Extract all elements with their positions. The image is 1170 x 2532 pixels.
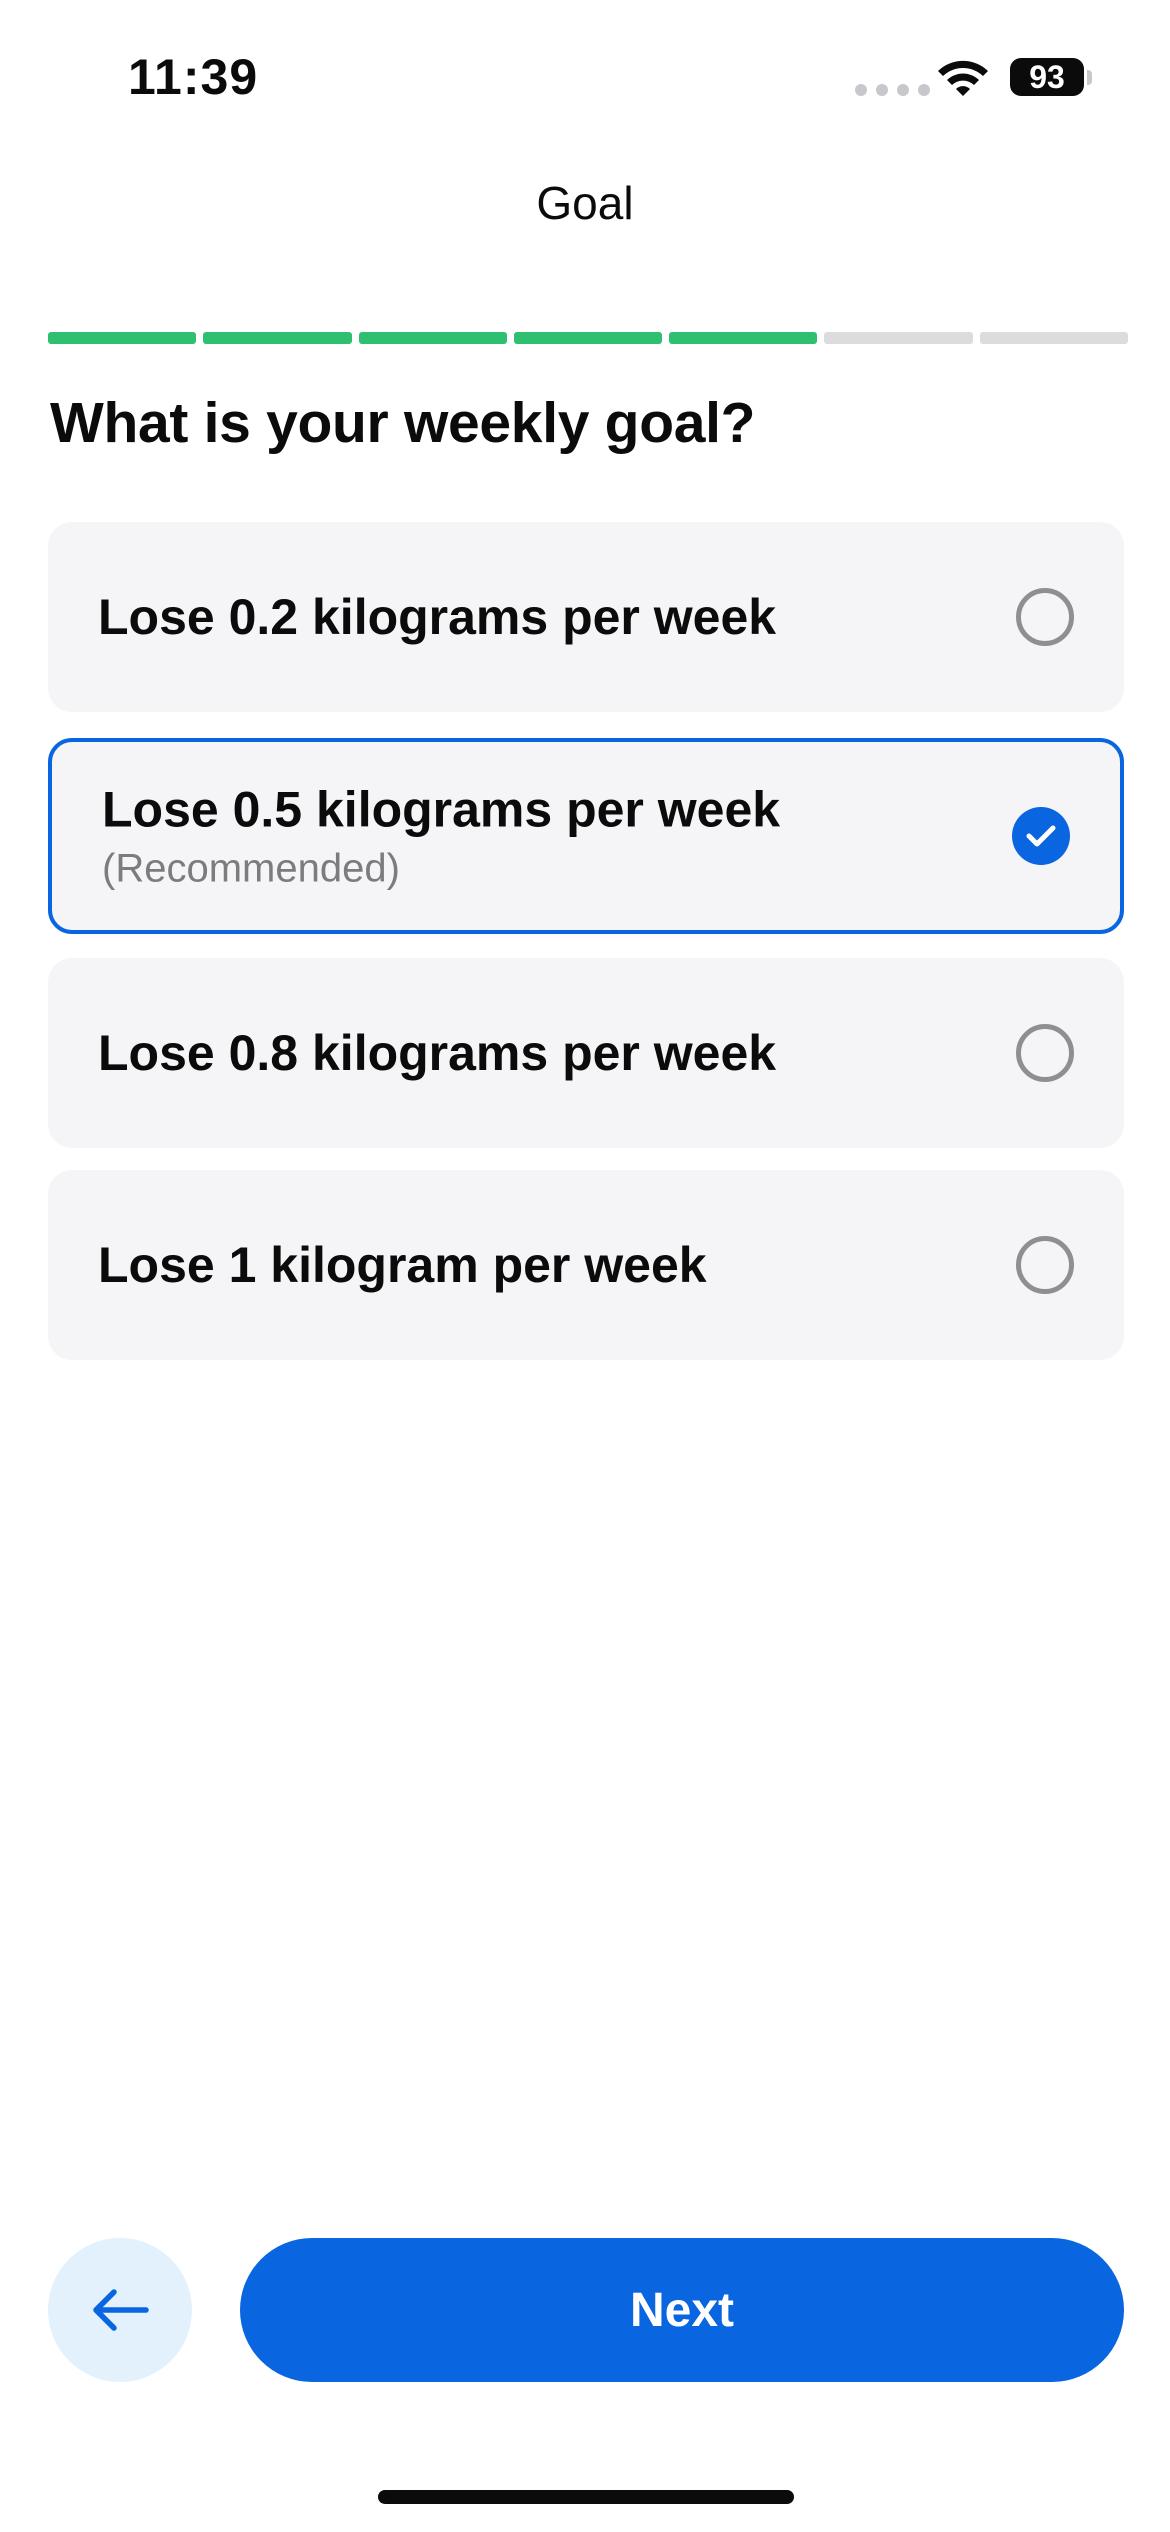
radio-unchecked-icon[interactable] — [1016, 588, 1074, 646]
home-indicator — [378, 2490, 794, 2504]
radio-unchecked-icon[interactable] — [1016, 1236, 1074, 1294]
progress-segment — [979, 332, 1128, 344]
option-label: Lose 0.5 kilograms per week — [102, 781, 781, 838]
progress-segment — [48, 332, 197, 344]
radio-unchecked-icon[interactable] — [1016, 1024, 1074, 1082]
progress-segment — [824, 332, 973, 344]
arrow-left-icon — [93, 2289, 149, 2331]
battery-icon: 93 — [1010, 58, 1084, 96]
battery-nub — [1087, 70, 1092, 85]
back-button[interactable] — [48, 2238, 192, 2382]
option-label: Lose 0.8 kilograms per week — [98, 1025, 777, 1081]
page-title: Goal — [536, 177, 634, 229]
radio-checked-icon[interactable] — [1012, 807, 1070, 865]
progress-segment — [513, 332, 663, 344]
wifi-icon — [938, 60, 988, 96]
option-label: Lose 0.2 kilograms per week — [98, 589, 777, 645]
progress-segment — [669, 332, 818, 344]
question-heading: What is your weekly goal? — [50, 391, 756, 455]
status-bar: 11:39 93 — [0, 0, 1170, 150]
option-recommended-note: (Recommended) — [102, 846, 400, 891]
progress-bar — [48, 332, 1128, 344]
goal-options: Lose 0.2 kilograms per week Lose 0.5 kil… — [48, 522, 1124, 1388]
progress-segment — [203, 332, 352, 344]
next-button[interactable]: Next — [240, 2238, 1124, 2382]
option-label: Lose 1 kilogram per week — [98, 1237, 707, 1293]
checkmark-icon — [1026, 825, 1056, 847]
option-lose-1[interactable]: Lose 1 kilogram per week — [48, 1170, 1124, 1360]
option-lose-0-2[interactable]: Lose 0.2 kilograms per week — [48, 522, 1124, 712]
option-lose-0-8[interactable]: Lose 0.8 kilograms per week — [48, 958, 1124, 1148]
option-lose-0-5[interactable]: Lose 0.5 kilograms per week (Recommended… — [48, 738, 1124, 934]
status-time: 11:39 — [128, 49, 259, 105]
cellular-signal-icon — [855, 84, 930, 96]
progress-segment — [358, 332, 507, 344]
